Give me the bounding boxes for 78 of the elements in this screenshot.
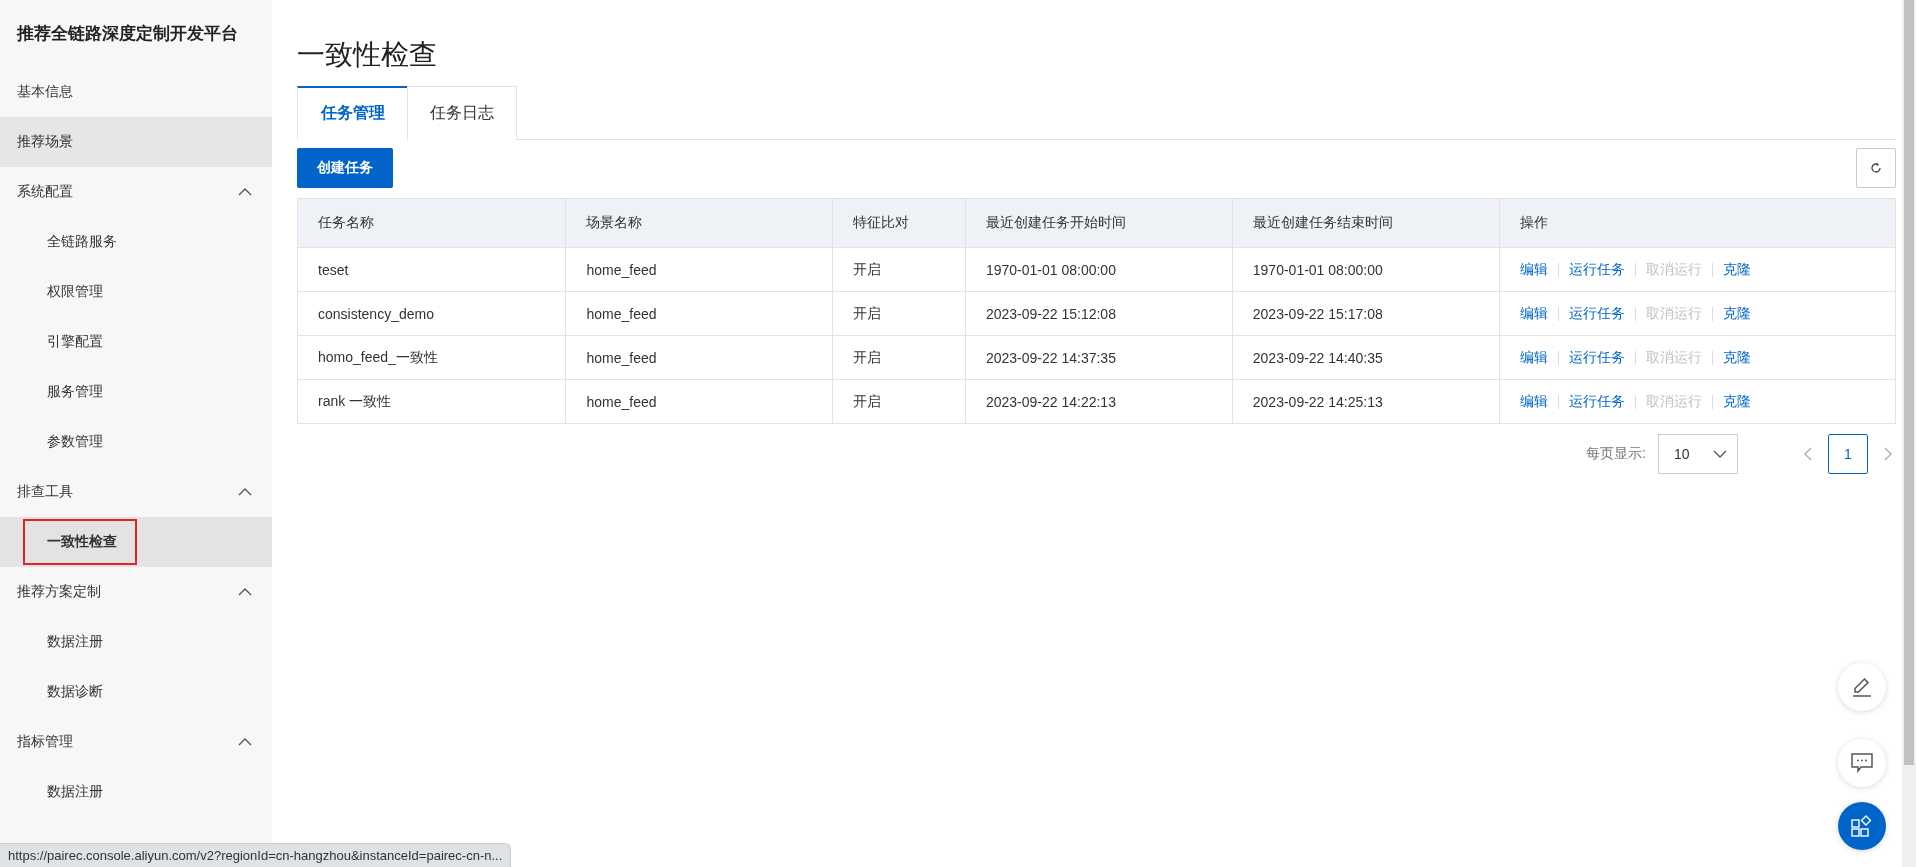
table-cell: teset	[297, 247, 566, 292]
action-link[interactable]: 克隆	[1722, 392, 1751, 409]
table-cell: 1970-01-01 08:00:00	[965, 247, 1233, 292]
refresh-button[interactable]	[1856, 148, 1896, 188]
apps-button[interactable]	[1838, 802, 1886, 850]
table-cell: rank 一致性	[297, 379, 566, 424]
chevron-left-icon	[1804, 447, 1812, 461]
column-header: 任务名称	[297, 198, 566, 248]
table-cell: 开启	[832, 247, 966, 292]
page-size-select[interactable]: 10	[1658, 434, 1738, 474]
action-link[interactable]: 编辑	[1519, 260, 1548, 277]
table-cell: home_feed	[565, 335, 833, 380]
table-cell: 2023-09-22 15:12:08	[965, 291, 1233, 336]
page-title: 一致性检查	[297, 38, 438, 72]
sidebar-item[interactable]: 一致性检查	[0, 517, 272, 567]
refresh-icon	[1870, 162, 1882, 174]
create-task-button[interactable]: 创建任务	[297, 148, 393, 188]
sidebar-item[interactable]: 全链路服务	[0, 217, 272, 267]
sidebar-item[interactable]: 推荐场景	[0, 117, 272, 167]
sidebar-group[interactable]: 系统配置	[0, 167, 272, 217]
table-cell: 2023-09-22 14:22:13	[965, 379, 1233, 424]
column-header: 最近创建任务开始时间	[965, 198, 1233, 248]
action-link[interactable]: 克隆	[1722, 348, 1751, 365]
column-header: 操作	[1499, 198, 1896, 248]
status-url: https://pairec.console.aliyun.com/v2?regionId=cn-hangzhou&instanceId=pairec-cn-n...	[0, 843, 512, 867]
table-cell: 开启	[832, 379, 966, 424]
tab[interactable]: 任务管理	[297, 86, 407, 140]
action-link[interactable]: 运行任务	[1568, 392, 1625, 409]
chevron-up-icon	[238, 588, 252, 596]
table-cell: home_feed	[565, 379, 833, 424]
feedback-button[interactable]	[1838, 739, 1886, 787]
action-link[interactable]: 运行任务	[1568, 260, 1625, 277]
chevron-right-icon	[1884, 447, 1892, 461]
page-button[interactable]: 1	[1828, 434, 1868, 474]
action-link[interactable]: 编辑	[1519, 392, 1548, 409]
table-cell: 1970-01-01 08:00:00	[1232, 247, 1500, 292]
sidebar-item[interactable]: 数据诊断	[0, 667, 272, 717]
sidebar-item[interactable]: 权限管理	[0, 267, 272, 317]
table-cell: home_feed	[565, 247, 833, 292]
table-cell: 2023-09-22 14:37:35	[965, 335, 1233, 380]
table-cell: home_feed	[565, 291, 833, 336]
sidebar-item[interactable]: 服务管理	[0, 367, 272, 417]
sidebar-item[interactable]: 基本信息	[0, 67, 272, 117]
apps-icon	[1851, 815, 1873, 837]
action-link[interactable]: 编辑	[1519, 348, 1548, 365]
table-cell: 2023-09-22 14:25:13	[1232, 379, 1500, 424]
edit-button[interactable]	[1838, 663, 1886, 711]
sidebar-group[interactable]: 推荐方案定制	[0, 567, 272, 617]
table-cell: 2023-09-22 15:17:08	[1232, 291, 1500, 336]
sidebar-item[interactable]: 参数管理	[0, 417, 272, 467]
sidebar-item[interactable]: 数据注册	[0, 767, 272, 817]
sidebar-item[interactable]: 引擎配置	[0, 317, 272, 367]
table-cell: homo_feed_一致性	[297, 335, 566, 380]
action-link[interactable]: 克隆	[1722, 260, 1751, 277]
action-link[interactable]: 运行任务	[1568, 348, 1625, 365]
chevron-up-icon	[238, 738, 252, 746]
sidebar-group[interactable]: 排查工具	[0, 467, 272, 517]
table-cell: 2023-09-22 14:40:35	[1232, 335, 1500, 380]
column-header: 最近创建任务结束时间	[1232, 198, 1500, 248]
tab[interactable]: 任务日志	[407, 86, 517, 140]
sidebar-group[interactable]: 指标管理	[0, 717, 272, 767]
table-cell: 开启	[832, 335, 966, 380]
pencil-icon	[1851, 676, 1873, 698]
chat-icon	[1851, 753, 1873, 773]
scrollbar[interactable]	[1902, 0, 1916, 867]
table-cell: consistency_demo	[297, 291, 566, 336]
table-cell: 开启	[832, 291, 966, 336]
page-size-label: 每页显示:	[1586, 445, 1646, 463]
chevron-up-icon	[238, 188, 252, 196]
chevron-down-icon	[1713, 450, 1727, 458]
column-header: 场景名称	[565, 198, 833, 248]
platform-title: 推荐全链路深度定制开发平台	[15, 23, 239, 45]
action-link[interactable]: 编辑	[1519, 304, 1548, 321]
action-link[interactable]: 运行任务	[1568, 304, 1625, 321]
sidebar-item[interactable]: 数据注册	[0, 617, 272, 667]
action-link[interactable]: 克隆	[1722, 304, 1751, 321]
column-header: 特征比对	[832, 198, 966, 248]
chevron-up-icon	[238, 488, 252, 496]
